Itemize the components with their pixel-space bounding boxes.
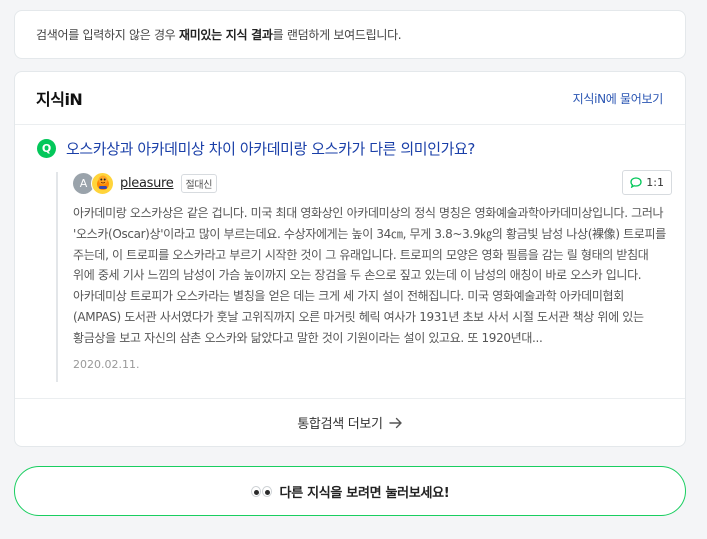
notice-suffix: 를 랜덤하게 보여드립니다. <box>272 28 402 42</box>
chat-ratio-value: 1:1 <box>646 176 664 189</box>
right-eye-icon <box>261 485 272 497</box>
question-row: Q 오스카상과 아카데미상 차이 아카데미랑 오스카가 다른 의미인가요? <box>37 138 665 159</box>
answer-header: A pleasure 절대신 1:1 <box>73 170 672 195</box>
answerer-username[interactable]: pleasure <box>120 176 174 191</box>
answer-date: 2020.02.11. <box>73 358 140 371</box>
chat-ratio-badge[interactable]: 1:1 <box>622 170 672 195</box>
question-title-link[interactable]: 오스카상과 아카데미상 차이 아카데미랑 오스카가 다른 의미인가요? <box>66 138 475 159</box>
notice-text: 검색어를 입력하지 않은 경우 재미있는 지식 결과를 랜덤하게 보여드립니다. <box>36 26 402 43</box>
arrow-right-icon <box>389 417 402 428</box>
ask-knowledge-in-link[interactable]: 지식iN에 물어보기 <box>573 90 664 107</box>
card-header: 지식iN 지식iN에 물어보기 <box>15 72 685 125</box>
notice-prefix: 검색어를 입력하지 않은 경우 <box>36 28 179 42</box>
chat-bubble-icon <box>630 177 642 188</box>
answer-text[interactable]: 아카데미랑 오스카상은 같은 겁니다. 미국 최대 영화상인 아카데미상의 정식… <box>73 203 666 349</box>
show-another-knowledge-label: 다른 지식을 보려면 눌러보세요! <box>279 485 450 501</box>
question-badge-icon: Q <box>37 139 56 158</box>
card-title: 지식iN <box>36 90 83 109</box>
answer-block: A pleasure 절대신 1:1 아카데미랑 오스카상은 같은 겁니다. 미… <box>56 170 672 382</box>
more-label: 통합검색 더보기 <box>297 417 383 432</box>
character-avatar-icon <box>91 171 114 195</box>
integrated-search-more-button[interactable]: 통합검색 더보기 <box>15 398 685 446</box>
answerer-grade-badge: 절대신 <box>180 173 218 193</box>
eyes-icon <box>250 485 272 497</box>
left-eye-icon <box>250 485 261 497</box>
show-another-knowledge-button[interactable]: 다른 지식을 보려면 눌러보세요! <box>14 466 686 516</box>
knowledge-in-card: 지식iN 지식iN에 물어보기 Q 오스카상과 아카데미상 차이 아카데미랑 오… <box>14 71 686 447</box>
notice-highlight: 재미있는 지식 결과 <box>178 28 273 42</box>
random-notice-banner: 검색어를 입력하지 않은 경우 재미있는 지식 결과를 랜덤하게 보여드립니다. <box>14 10 686 59</box>
answerer-avatars[interactable]: A <box>73 171 114 195</box>
